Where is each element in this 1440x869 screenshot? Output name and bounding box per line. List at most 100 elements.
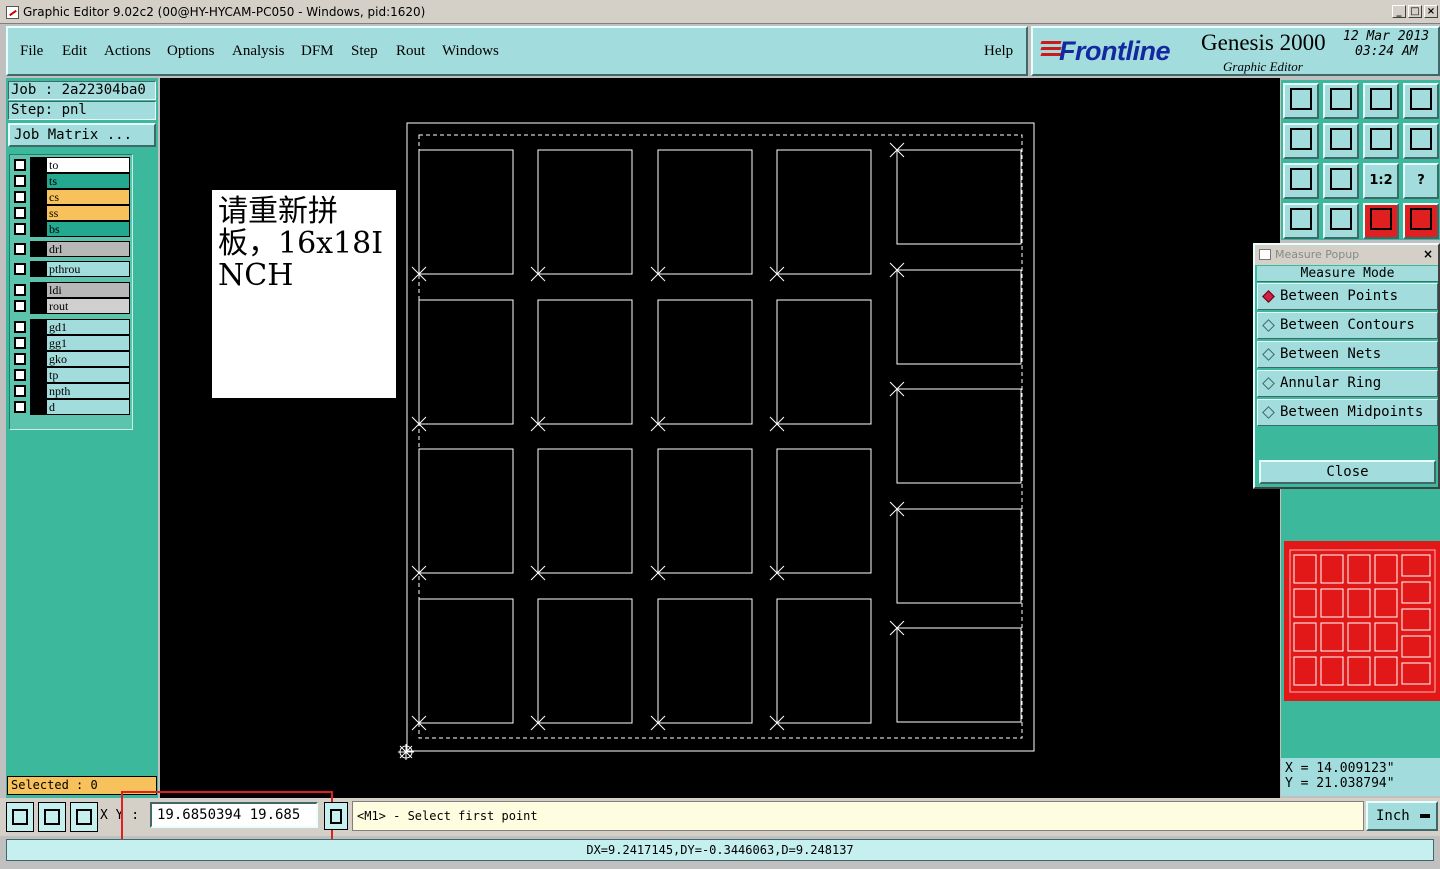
radio-diamond-icon — [1262, 319, 1275, 332]
layer-name[interactable]: drl — [46, 241, 130, 257]
pcb-unit — [776, 299, 872, 425]
layer-row-bs[interactable]: bs — [12, 221, 130, 237]
layer-name[interactable]: bs — [46, 221, 130, 237]
zoom-fit-icon[interactable] — [1283, 163, 1319, 199]
layer-name[interactable]: tp — [46, 367, 130, 383]
layer-name[interactable]: ldi — [46, 282, 130, 298]
home-icon[interactable] — [1363, 83, 1399, 119]
layer-checkbox[interactable] — [14, 321, 26, 333]
layer-row-ss[interactable]: ss — [12, 205, 130, 221]
layer-checkbox[interactable] — [14, 300, 26, 312]
pan-left-icon[interactable] — [1283, 123, 1319, 159]
menu-dfm[interactable]: DFM — [301, 43, 334, 60]
radio-diamond-icon — [1262, 377, 1275, 390]
maximize-button[interactable]: □ — [1408, 5, 1422, 18]
menu-step[interactable]: Step — [351, 43, 378, 60]
layer-checkbox[interactable] — [14, 263, 26, 275]
measure-option-label: Between Nets — [1280, 346, 1382, 362]
snap-mode-icon[interactable] — [6, 802, 34, 832]
layer-row-gg1[interactable]: gg1 — [12, 335, 130, 351]
layer-name[interactable]: ts — [46, 173, 130, 189]
net-icon[interactable] — [1363, 203, 1399, 239]
job-label: Job : 2a22304ba0 — [8, 81, 156, 100]
layer-row-drl[interactable]: drl — [12, 241, 130, 257]
import-icon[interactable] — [1323, 83, 1359, 119]
overview-unit — [1347, 656, 1371, 686]
layer-row-d[interactable]: d — [12, 399, 130, 415]
zoom-center-icon[interactable] — [1323, 163, 1359, 199]
layer-name[interactable]: rout — [46, 298, 130, 314]
measure-option-between-midpoints[interactable]: Between Midpoints — [1257, 399, 1438, 426]
layer-checkbox[interactable] — [14, 243, 26, 255]
menu-options[interactable]: Options — [167, 43, 215, 60]
popup-close-button[interactable]: Close — [1259, 460, 1436, 484]
measure-option-between-points[interactable]: Between Points — [1257, 283, 1438, 310]
close-window-button[interactable]: × — [1424, 5, 1438, 18]
layer-name[interactable]: ss — [46, 205, 130, 221]
layer-checkbox[interactable] — [14, 369, 26, 381]
grid-icon[interactable] — [1323, 203, 1359, 239]
layer-name[interactable]: cs — [46, 189, 130, 205]
layer-name[interactable]: to — [46, 157, 130, 173]
layer-checkbox[interactable] — [14, 385, 26, 397]
layer-row-to[interactable]: to — [12, 157, 130, 173]
unit-selector[interactable]: Inch — [1366, 801, 1438, 831]
measure-option-between-contours[interactable]: Between Contours — [1257, 312, 1438, 339]
menu-help[interactable]: Help — [984, 43, 1013, 60]
layer-name[interactable]: pthrou — [46, 261, 130, 277]
layer-checkbox[interactable] — [14, 223, 26, 235]
layer-checkbox[interactable] — [14, 207, 26, 219]
popup-close-icon[interactable]: × — [1420, 247, 1436, 262]
pcb-unit — [776, 149, 872, 275]
menu-windows[interactable]: Windows — [442, 43, 499, 60]
overview-unit — [1293, 588, 1317, 618]
pcb-unit-rotated — [896, 627, 1022, 723]
export-icon[interactable] — [1283, 83, 1319, 119]
layer-checkbox[interactable] — [14, 353, 26, 365]
layer-checkbox[interactable] — [14, 284, 26, 296]
layer-checkbox[interactable] — [14, 191, 26, 203]
popup-title: Measure Popup — [1275, 248, 1360, 261]
layer-row-gko[interactable]: gko — [12, 351, 130, 367]
net-compare-icon[interactable] — [1403, 203, 1439, 239]
measure-option-annular-ring[interactable]: Annular Ring — [1257, 370, 1438, 397]
window-title: Graphic Editor 9.02c2 (00@HY-HYCAM-PC050… — [23, 5, 426, 19]
layer-checkbox[interactable] — [14, 159, 26, 171]
layer-name[interactable]: npth — [46, 383, 130, 399]
layer-name[interactable]: gd1 — [46, 319, 130, 335]
layer-checkbox[interactable] — [14, 175, 26, 187]
layer-checkbox[interactable] — [14, 337, 26, 349]
zoom-1to2-icon[interactable]: 1:2 — [1363, 163, 1399, 199]
layer-row-rout[interactable]: rout — [12, 298, 130, 314]
pan-right-icon[interactable] — [1323, 123, 1359, 159]
overview-map[interactable] — [1284, 541, 1440, 701]
snap-icon[interactable] — [1403, 123, 1439, 159]
undo-zoom-icon[interactable] — [1363, 123, 1399, 159]
graphic-canvas[interactable] — [160, 78, 1280, 798]
measure-option-between-nets[interactable]: Between Nets — [1257, 341, 1438, 368]
panel-icon[interactable] — [1403, 83, 1439, 119]
angle-mode-icon[interactable] — [38, 802, 66, 832]
menu-analysis[interactable]: Analysis — [232, 43, 285, 60]
menu-actions[interactable]: Actions — [104, 43, 151, 60]
help-icon[interactable]: ? — [1403, 163, 1439, 199]
xy-apply-icon[interactable] — [324, 802, 348, 830]
layer-row-ldi[interactable]: ldi — [12, 282, 130, 298]
layer-row-gd1[interactable]: gd1 — [12, 319, 130, 335]
grid-mode-icon[interactable] — [70, 802, 98, 832]
layer-row-cs[interactable]: cs — [12, 189, 130, 205]
layer-row-ts[interactable]: ts — [12, 173, 130, 189]
layer-name[interactable]: gg1 — [46, 335, 130, 351]
layer-checkbox[interactable] — [14, 401, 26, 413]
menu-rout[interactable]: Rout — [396, 43, 425, 60]
minimize-button[interactable]: _ — [1392, 5, 1406, 18]
job-matrix-button[interactable]: Job Matrix ... — [8, 123, 156, 147]
layer-row-npth[interactable]: npth — [12, 383, 130, 399]
layer-row-pthrou[interactable]: pthrou — [12, 261, 130, 277]
layer-name[interactable]: d — [46, 399, 130, 415]
settings-icon[interactable] — [1283, 203, 1319, 239]
layer-row-tp[interactable]: tp — [12, 367, 130, 383]
layer-name[interactable]: gko — [46, 351, 130, 367]
menu-file[interactable]: File — [20, 43, 43, 60]
menu-edit[interactable]: Edit — [62, 43, 87, 60]
